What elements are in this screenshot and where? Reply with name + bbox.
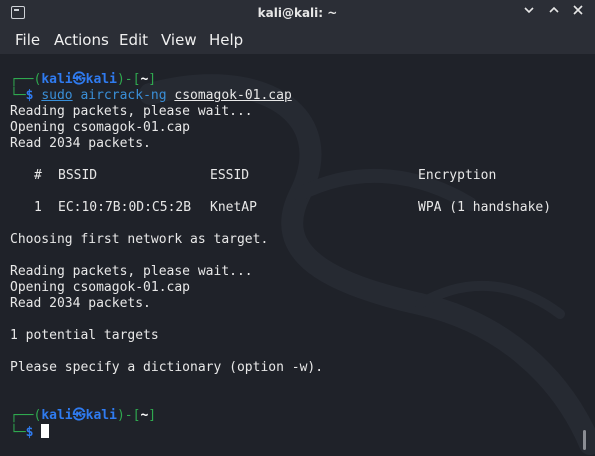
output-targets: 1 potential targets [10, 328, 159, 343]
output-read-1: Read 2034 packets. [10, 136, 151, 151]
menu-file[interactable]: File [15, 31, 40, 49]
menu-actions[interactable]: Actions [54, 31, 109, 49]
menu-bar: File Actions Edit View Help [0, 28, 595, 54]
close-icon [573, 5, 583, 15]
output-reading-2: Reading packets, please wait... [10, 264, 253, 279]
window-title: kali@kali: ~ [257, 6, 338, 20]
col-header-num: # [34, 168, 42, 183]
text-cursor [41, 424, 50, 438]
minimize-icon [524, 7, 534, 14]
row-num: 1 [34, 200, 42, 215]
col-header-encryption: Encryption [418, 168, 497, 183]
close-button[interactable] [569, 4, 587, 22]
row-encryption: WPA (1 handshake) [418, 200, 552, 215]
menu-edit[interactable]: Edit [119, 31, 148, 49]
output-choosing: Choosing first network as target. [10, 232, 269, 247]
maximize-button[interactable] [545, 4, 563, 22]
output-opening-2: Opening csomagok-01.cap [10, 280, 191, 295]
col-header-essid: ESSID [210, 168, 250, 183]
terminal-area[interactable]: ┌──(kali㉿kali)-[~] └─$ sudo aircrack-ng … [0, 54, 595, 456]
command-program: aircrack-ng [80, 88, 167, 103]
input-line[interactable]: └─$ [10, 424, 50, 440]
maximize-icon [549, 6, 559, 13]
output-opening-1: Opening csomagok-01.cap [10, 120, 191, 135]
title-bar: kali@kali: ~ [0, 0, 595, 29]
prompt-line-top: ┌──(kali㉿kali)-[~] [10, 72, 157, 87]
network-table-row: 1 EC:10:7B:0D:C5:2B KnetAP WPA (1 handsh… [10, 200, 570, 216]
col-header-bssid: BSSID [58, 168, 98, 183]
output-read-2: Read 2034 packets. [10, 296, 151, 311]
row-bssid: EC:10:7B:0D:C5:2B [58, 200, 192, 215]
command-line: └─$ sudo aircrack-ng csomagok-01.cap [10, 88, 292, 103]
menu-help[interactable]: Help [209, 31, 243, 49]
output-dictionary: Please specify a dictionary (option -w). [10, 360, 324, 375]
prompt-line-top-2: ┌──(kali㉿kali)-[~] [10, 408, 157, 423]
minimize-button[interactable] [520, 4, 538, 22]
menu-view[interactable]: View [161, 31, 197, 49]
sudo-keyword: sudo [41, 88, 73, 103]
scrollbar-thumb[interactable] [583, 430, 586, 450]
output-reading-1: Reading packets, please wait... [10, 104, 253, 119]
network-table-header: # BSSID ESSID Encryption [10, 168, 570, 184]
row-essid: KnetAP [210, 200, 257, 215]
command-argument: csomagok-01.cap [174, 88, 292, 103]
